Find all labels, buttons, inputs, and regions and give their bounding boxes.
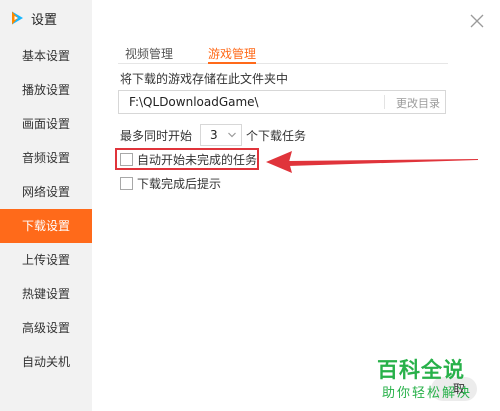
sidebar-item-upload[interactable]: 上传设置 <box>0 243 92 277</box>
field-divider <box>384 95 385 109</box>
active-tab-indicator <box>208 62 256 64</box>
tencent-video-logo-icon <box>12 11 23 25</box>
tab-game-management[interactable]: 游戏管理 <box>208 45 256 62</box>
notify-label: 下载完成后提示 <box>137 176 222 191</box>
sidebar: 设置 基本设置 播放设置 画面设置 音频设置 网络设置 下载设置 上传设置 热键… <box>0 0 92 411</box>
change-directory-button[interactable]: 更改目录 <box>396 95 440 111</box>
notify-option[interactable]: 下载完成后提示 <box>120 175 221 191</box>
annotation-highlight-box <box>115 148 259 170</box>
concurrent-tasks-select[interactable]: 3 <box>200 124 242 146</box>
sidebar-item-audio[interactable]: 音频设置 <box>0 141 92 175</box>
concurrent-prefix-label: 最多同时开始 <box>120 129 193 143</box>
watermark-subtitle: 助你轻松解决 <box>382 386 473 401</box>
app-title-text: 设置 <box>31 12 58 28</box>
main-panel: 视频管理 游戏管理 将下载的游戏存储在此文件夹中 F:\QLDownloadGa… <box>92 0 500 411</box>
app-title: 设置 <box>9 9 58 28</box>
tab-divider <box>118 63 448 64</box>
tab-video-management[interactable]: 视频管理 <box>125 45 173 62</box>
folder-label: 将下载的游戏存储在此文件夹中 <box>120 72 289 86</box>
download-folder-path: F:\QLDownloadGame\ <box>129 95 259 109</box>
sidebar-item-network[interactable]: 网络设置 <box>0 175 92 209</box>
notify-checkbox[interactable] <box>120 176 133 190</box>
sidebar-item-hotkeys[interactable]: 热键设置 <box>0 277 92 311</box>
concurrent-tasks-value: 3 <box>210 128 218 142</box>
sidebar-item-playback[interactable]: 播放设置 <box>0 73 92 107</box>
chevron-down-icon <box>228 132 236 138</box>
sidebar-item-picture[interactable]: 画面设置 <box>0 107 92 141</box>
annotation-arrow-icon <box>266 151 478 173</box>
sidebar-item-auto-shutdown[interactable]: 自动关机 <box>0 345 92 379</box>
sidebar-item-download[interactable]: 下载设置 <box>0 209 92 243</box>
sidebar-item-advanced[interactable]: 高级设置 <box>0 311 92 345</box>
sidebar-item-basic[interactable]: 基本设置 <box>0 39 92 73</box>
watermark-title: 百科全说 <box>377 358 465 382</box>
download-folder-field[interactable]: F:\QLDownloadGame\ 更改目录 <box>118 90 446 114</box>
concurrent-suffix-label: 个下载任务 <box>246 129 307 143</box>
